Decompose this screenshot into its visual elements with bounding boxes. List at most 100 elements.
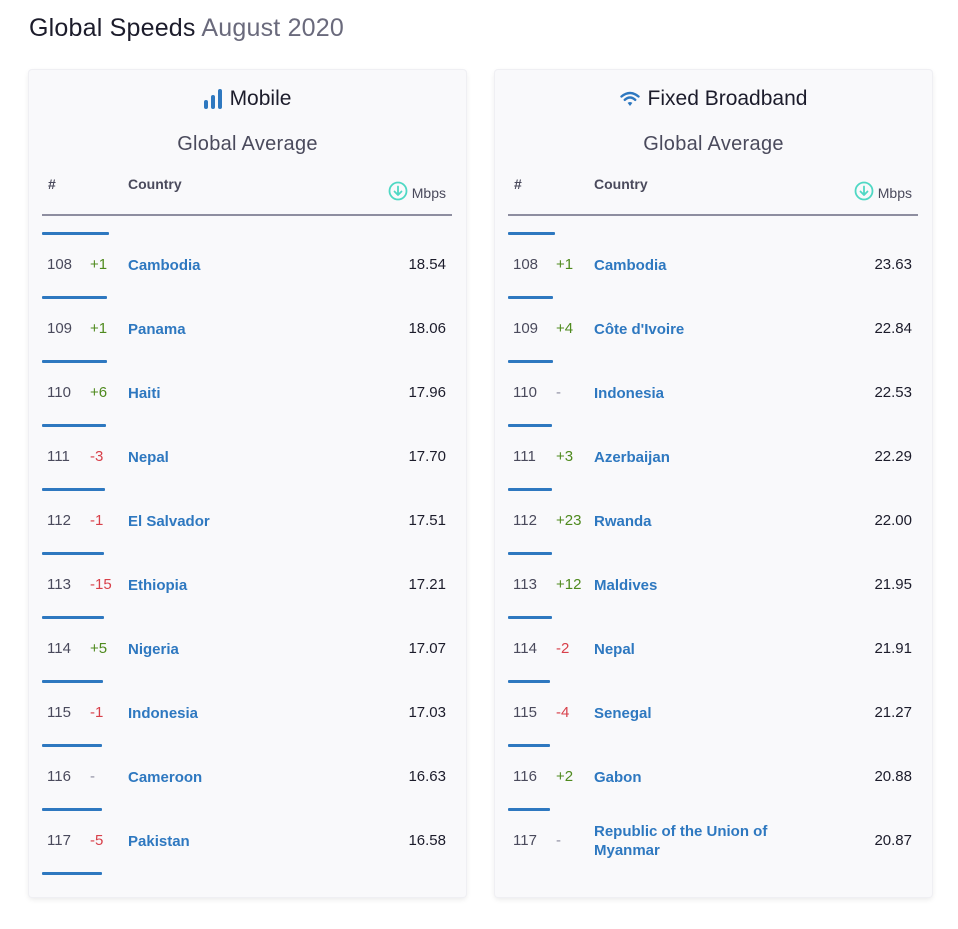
- speed-bar: [508, 744, 550, 747]
- speed-bar: [42, 360, 107, 363]
- table-row[interactable]: 114 +5 Nigeria 17.07: [42, 616, 452, 680]
- country-link[interactable]: Nepal: [128, 448, 328, 467]
- fixed-table-body: 108 +1 Cambodia 23.63 109 +4 Côte d'Ivoire 22.8…: [508, 232, 918, 872]
- table-row[interactable]: 115 -1 Indonesia 17.03: [42, 680, 452, 744]
- speed-value: 20.88: [874, 768, 912, 785]
- table-row[interactable]: 109 +1 Panama 18.06: [42, 296, 452, 360]
- rank-number: 110: [513, 384, 537, 401]
- rank-number: 116: [513, 768, 537, 785]
- table-row[interactable]: 109 +4 Côte d'Ivoire 22.84: [508, 296, 918, 360]
- country-link[interactable]: Gabon: [594, 768, 794, 787]
- speed-bar: [42, 872, 102, 875]
- table-row[interactable]: 115 -4 Senegal 21.27: [508, 680, 918, 744]
- column-header-country[interactable]: Country: [594, 176, 648, 192]
- column-header-speed[interactable]: Mbps: [854, 181, 912, 204]
- country-link[interactable]: Republic of the Union of Myanmar: [594, 822, 794, 860]
- country-link[interactable]: Cambodia: [128, 256, 328, 275]
- rank-change: +2: [556, 768, 574, 785]
- country-link[interactable]: Ethiopia: [128, 576, 328, 595]
- table-row[interactable]: 116 - Cameroon 16.63: [42, 744, 452, 808]
- country-link[interactable]: Pakistan: [128, 832, 328, 851]
- table-row[interactable]: 113 +12 Maldives 21.95: [508, 552, 918, 616]
- speed-value: 21.91: [874, 640, 912, 657]
- country-link[interactable]: Cambodia: [594, 256, 794, 275]
- speed-bar: [508, 616, 552, 619]
- rank-number: 115: [513, 704, 537, 721]
- mobile-table-header: # Country Mbps: [42, 170, 452, 216]
- country-link[interactable]: Indonesia: [128, 704, 328, 723]
- rank-number: 114: [47, 640, 71, 657]
- rank-change: +1: [90, 320, 108, 337]
- speed-value: 18.54: [408, 256, 446, 273]
- page-title-date: August 2020: [201, 14, 344, 42]
- rank-number: 111: [513, 448, 536, 465]
- country-link[interactable]: Maldives: [594, 576, 794, 595]
- country-link[interactable]: Rwanda: [594, 512, 794, 531]
- fixed-broadband-panel: Fixed Broadband Global Average # Country…: [495, 70, 932, 897]
- country-link[interactable]: Nepal: [594, 640, 794, 659]
- rank-change: -15: [90, 576, 112, 593]
- speed-bar: [508, 360, 553, 363]
- table-row[interactable]: 117 -5 Pakistan 16.58: [42, 808, 452, 872]
- rank-change: +4: [556, 320, 574, 337]
- rank-number: 116: [47, 768, 71, 785]
- table-row[interactable]: 116 +2 Gabon 20.88: [508, 744, 918, 808]
- column-header-rank: #: [514, 176, 522, 192]
- rank-change: -1: [90, 512, 104, 529]
- rank-change: -2: [556, 640, 570, 657]
- speed-bar: [508, 232, 555, 235]
- speed-value: 22.84: [874, 320, 912, 337]
- mobile-panel: Mobile Global Average # Country Mbps 108…: [29, 70, 466, 897]
- country-link[interactable]: Cameroon: [128, 768, 328, 787]
- table-row[interactable]: 110 - Indonesia 22.53: [508, 360, 918, 424]
- table-row[interactable]: 110 +6 Haiti 17.96: [42, 360, 452, 424]
- mobile-panel-title: Mobile: [229, 87, 292, 110]
- rank-number: 117: [513, 832, 537, 849]
- rank-change: +1: [556, 256, 574, 273]
- table-row[interactable]: 108 +1 Cambodia 18.54: [42, 232, 452, 296]
- country-link[interactable]: El Salvador: [128, 512, 328, 531]
- rank-change: -5: [90, 832, 104, 849]
- country-link[interactable]: Azerbaijan: [594, 448, 794, 467]
- fixed-panel-subtitle: Global Average: [643, 133, 784, 155]
- rank-change: -: [556, 384, 561, 401]
- speed-bar: [42, 744, 102, 747]
- speed-bar: [42, 552, 104, 555]
- table-row[interactable]: 112 +23 Rwanda 22.00: [508, 488, 918, 552]
- speed-value: 23.63: [874, 256, 912, 273]
- speed-value: 20.87: [874, 832, 912, 849]
- country-link[interactable]: Haiti: [128, 384, 328, 403]
- rank-number: 113: [513, 576, 537, 593]
- speed-bar: [508, 424, 552, 427]
- rank-change: +5: [90, 640, 108, 657]
- rank-number: 117: [47, 832, 71, 849]
- rank-number: 109: [513, 320, 539, 337]
- country-link[interactable]: Indonesia: [594, 384, 794, 403]
- signal-bars-icon: [203, 89, 222, 109]
- speed-value: 16.58: [408, 832, 446, 849]
- speed-value: 21.27: [874, 704, 912, 721]
- country-link[interactable]: Panama: [128, 320, 328, 339]
- speed-value: 17.03: [408, 704, 446, 721]
- country-link[interactable]: Senegal: [594, 704, 794, 723]
- speed-bar: [508, 680, 550, 683]
- column-header-country[interactable]: Country: [128, 176, 182, 192]
- speed-bar: [508, 488, 552, 491]
- table-row[interactable]: 117 - Republic of the Union of Myanmar 20.8…: [508, 808, 918, 872]
- table-row[interactable]: 111 +3 Azerbaijan 22.29: [508, 424, 918, 488]
- speed-unit-label: Mbps: [411, 184, 446, 201]
- table-row[interactable]: 114 -2 Nepal 21.91: [508, 616, 918, 680]
- table-row[interactable]: 112 -1 El Salvador 17.51: [42, 488, 452, 552]
- country-link[interactable]: Nigeria: [128, 640, 328, 659]
- rank-change: +1: [90, 256, 108, 273]
- table-row[interactable]: 111 -3 Nepal 17.70: [42, 424, 452, 488]
- speed-value: 22.00: [874, 512, 912, 529]
- rank-number: 115: [47, 704, 71, 721]
- country-link[interactable]: Côte d'Ivoire: [594, 320, 794, 339]
- rank-number: 110: [47, 384, 71, 401]
- table-row[interactable]: 108 +1 Cambodia 23.63: [508, 232, 918, 296]
- column-header-speed[interactable]: Mbps: [388, 181, 446, 204]
- mobile-panel-header: Mobile: [29, 86, 466, 112]
- table-row[interactable]: 113 -15 Ethiopia 17.21: [42, 552, 452, 616]
- speed-bar: [42, 488, 105, 491]
